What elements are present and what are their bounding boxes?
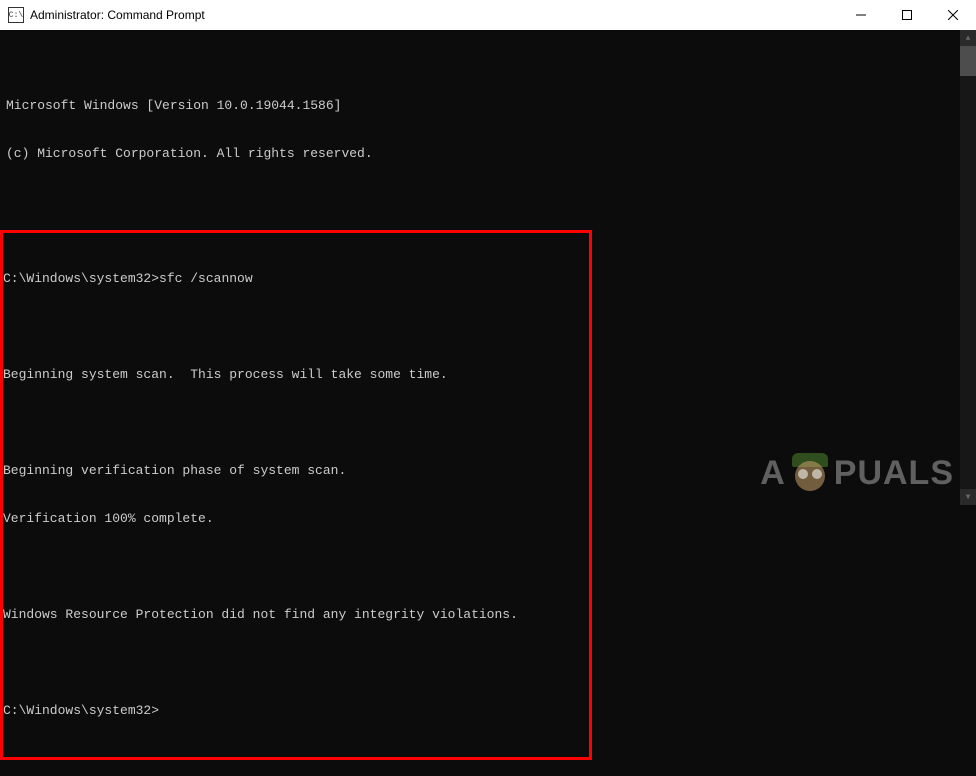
prompt-path: C:\Windows\system32> [3, 271, 159, 286]
watermark-logo-icon [788, 451, 832, 495]
prompt-line: C:\Windows\system32> [3, 703, 587, 719]
close-button[interactable] [930, 0, 976, 30]
output-line: Beginning system scan. This process will… [3, 367, 587, 383]
window-title: Administrator: Command Prompt [30, 8, 205, 22]
titlebar: C:\ Administrator: Command Prompt [0, 0, 976, 30]
watermark-text-right: PUALS [834, 454, 954, 493]
prompt-line: C:\Windows\system32>sfc /scannow [3, 271, 587, 287]
watermark-text-left: A [760, 454, 786, 493]
scroll-down-button[interactable]: ▼ [960, 489, 976, 505]
output-line: Beginning verification phase of system s… [3, 463, 587, 479]
output-line: Windows Resource Protection did not find… [3, 607, 587, 623]
maximize-icon [902, 10, 912, 20]
watermark: A PUALS [760, 451, 954, 495]
close-icon [948, 10, 958, 20]
maximize-button[interactable] [884, 0, 930, 30]
prompt-path: C:\Windows\system32> [3, 703, 159, 718]
version-line: Microsoft Windows [Version 10.0.19044.15… [6, 98, 970, 114]
highlight-annotation: C:\Windows\system32>sfc /scannow Beginni… [0, 230, 592, 760]
vertical-scrollbar[interactable]: ▲ ▼ [960, 30, 976, 505]
minimize-icon [856, 10, 866, 20]
scroll-up-button[interactable]: ▲ [960, 30, 976, 46]
cmd-app-icon: C:\ [8, 7, 24, 23]
command-text: sfc /scannow [159, 271, 253, 286]
output-line: Verification 100% complete. [3, 511, 587, 527]
scroll-thumb[interactable] [960, 46, 976, 76]
minimize-button[interactable] [838, 0, 884, 30]
copyright-line: (c) Microsoft Corporation. All rights re… [6, 146, 970, 162]
console-output[interactable]: Microsoft Windows [Version 10.0.19044.15… [0, 30, 976, 505]
